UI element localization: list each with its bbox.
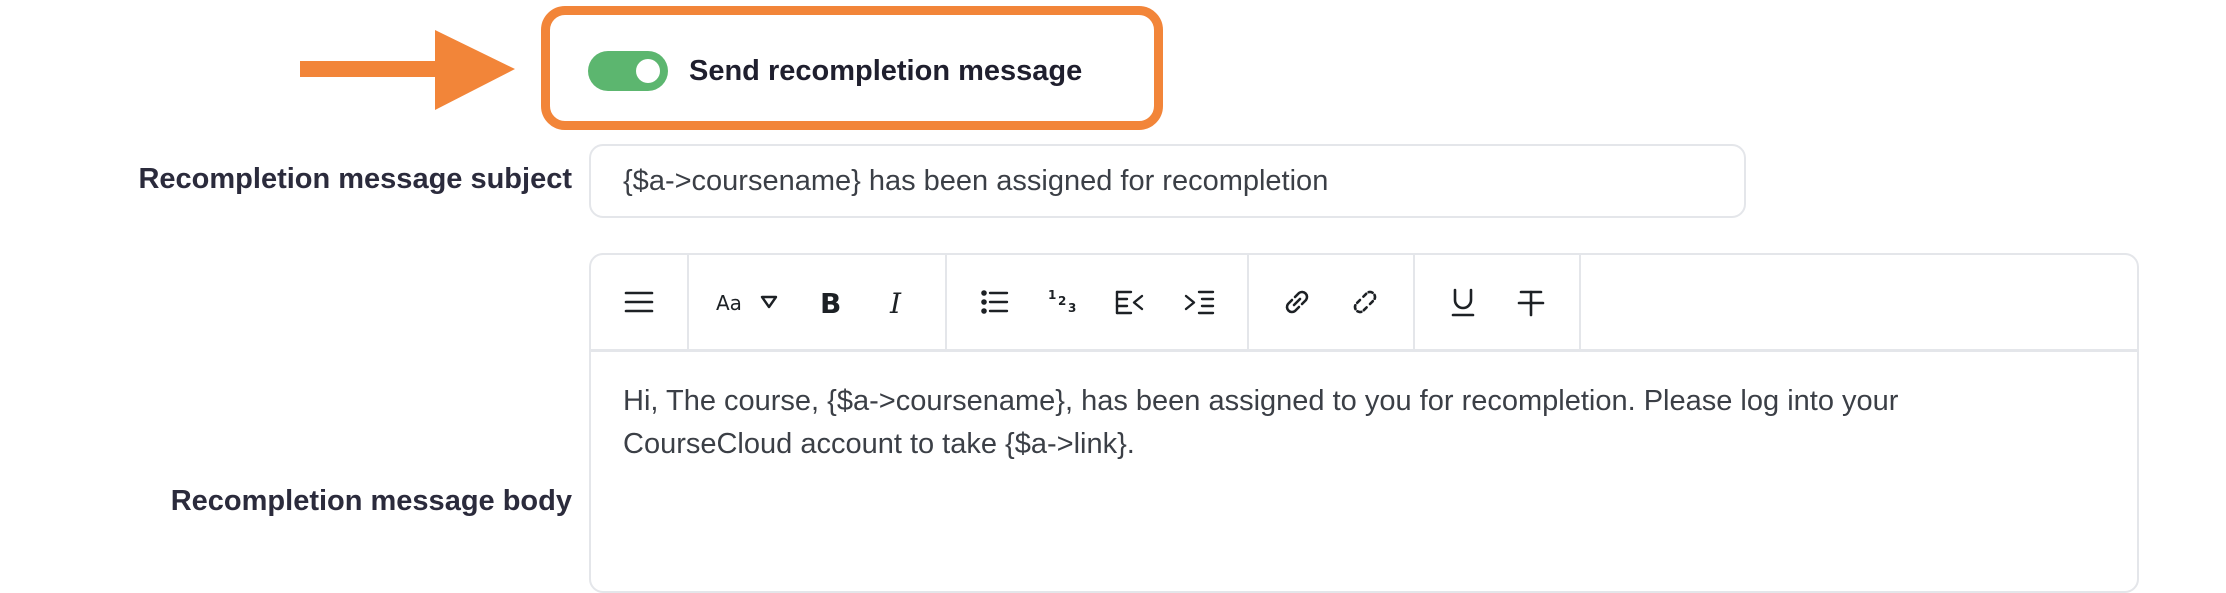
numbered-list-icon[interactable]: 1 2 3	[1035, 274, 1091, 330]
menu-icon[interactable]	[611, 274, 667, 330]
body-editor-content[interactable]: Hi, The course, {$a->coursename}, has be…	[591, 352, 2085, 494]
toolbar-group-menu	[591, 255, 689, 349]
send-recompletion-label: Send recompletion message	[689, 54, 1083, 87]
svg-text:1: 1	[1048, 288, 1056, 302]
font-size-icon[interactable]: Aa	[709, 274, 789, 330]
outdent-icon[interactable]	[1103, 274, 1159, 330]
svg-text:B: B	[820, 287, 841, 319]
subject-field-label: Recompletion message subject	[138, 163, 572, 195]
subject-input-value: {$a->coursename} has been assigned for r…	[623, 164, 1329, 197]
svg-text:I: I	[889, 287, 902, 319]
unlink-icon[interactable]	[1337, 274, 1393, 330]
bullet-list-icon[interactable]	[967, 274, 1023, 330]
svg-text:3: 3	[1068, 301, 1076, 315]
body-field-label: Recompletion message body	[170, 485, 572, 517]
subject-input[interactable]: {$a->coursename} has been assigned for r…	[589, 144, 1746, 218]
send-recompletion-toggle[interactable]	[588, 51, 668, 91]
svg-text:2: 2	[1058, 294, 1066, 308]
underline-icon[interactable]	[1435, 274, 1491, 330]
link-icon[interactable]	[1269, 274, 1325, 330]
italic-icon[interactable]: I	[869, 274, 925, 330]
svg-text:Aa: Aa	[716, 291, 742, 315]
editor-toolbar: Aa B I 1 2 3	[591, 255, 2137, 352]
toolbar-group-links	[1249, 255, 1415, 349]
toggle-knob	[636, 59, 660, 83]
annotation-arrow-icon	[300, 30, 515, 110]
indent-icon[interactable]	[1171, 274, 1227, 330]
body-rich-text-editor: Aa B I 1 2 3 Hi, The course, {$a->course…	[589, 253, 2139, 593]
strikethrough-icon[interactable]	[1503, 274, 1559, 330]
toolbar-group-lists: 1 2 3	[947, 255, 1249, 349]
bold-icon[interactable]: B	[801, 274, 857, 330]
toolbar-group-format: Aa B I	[689, 255, 947, 349]
toolbar-group-decoration	[1415, 255, 1581, 349]
send-recompletion-toggle-row: Send recompletion message	[588, 50, 1082, 92]
